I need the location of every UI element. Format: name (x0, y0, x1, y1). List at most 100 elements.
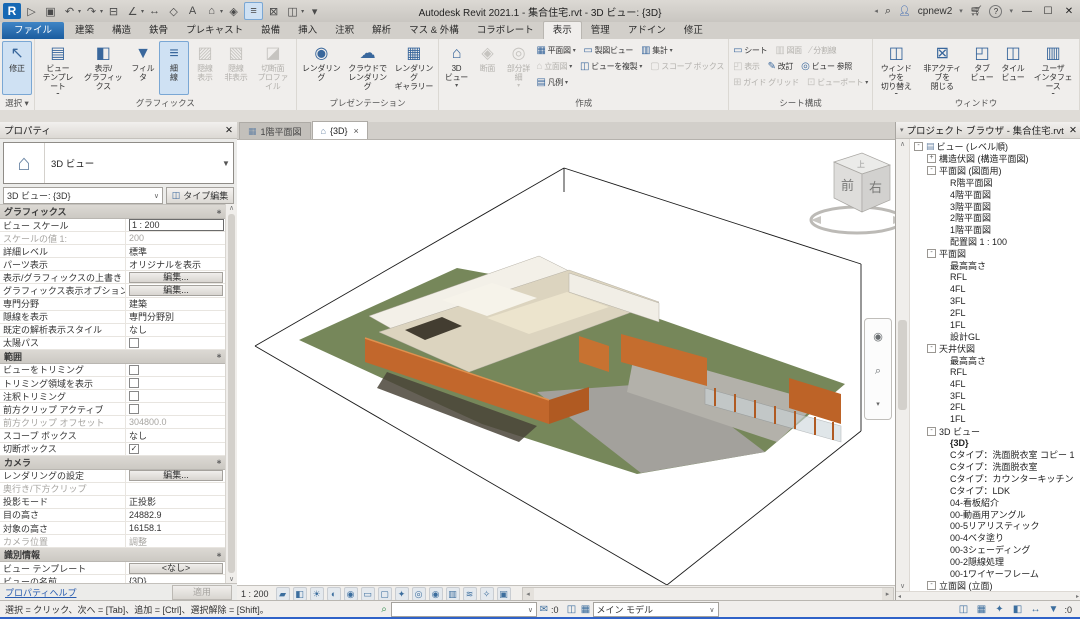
ribbon-button-ウィンドウを切り替え[interactable]: ◫ウィンドウを 切り替え▾ (875, 41, 917, 95)
property-edit-button[interactable]: 編集... (129, 285, 223, 296)
tree-item[interactable]: 3FL (910, 295, 1080, 307)
property-edit-button[interactable]: <なし> (129, 563, 223, 574)
ribbon-tab-10[interactable]: コラボレート (468, 22, 543, 39)
tree-item[interactable]: 3階平面図 (910, 200, 1080, 212)
properties-close-icon[interactable]: ✕ (225, 125, 233, 136)
lock-view-icon[interactable]: ✦ (395, 587, 409, 601)
help-dropdown-icon[interactable]: ▾ (1009, 7, 1013, 15)
print-icon[interactable]: ⊟ (105, 3, 122, 19)
property-section[interactable]: カメラ∗ (0, 456, 226, 470)
ribbon-button-集計[interactable]: ▥集計▾ (639, 43, 674, 58)
project-browser-close-icon[interactable]: ✕ (1069, 125, 1077, 136)
property-value[interactable]: なし (125, 324, 226, 336)
tree-item[interactable]: 00-1ワイヤーフレーム (910, 567, 1080, 579)
collapse-icon[interactable]: - (927, 249, 936, 258)
ribbon-tab-1[interactable]: 建築 (66, 22, 103, 39)
select-underlay-toggle[interactable]: ▦ (974, 603, 988, 616)
property-value[interactable]: 正投影 (125, 496, 226, 508)
view-tab-{3D}[interactable]: ⌂{3D}× (312, 121, 368, 139)
tree-item[interactable]: 配置図 1 : 100 (910, 236, 1080, 248)
show-analytical-model-icon[interactable]: ≋ (463, 587, 477, 601)
collapse-icon[interactable]: - (914, 142, 923, 151)
search-family-icon[interactable]: ⌕ (377, 603, 391, 616)
project-browser-hscrollbar[interactable]: ◂▸ (896, 591, 1080, 600)
switch-windows-icon-dropdown[interactable]: ▾ (301, 8, 304, 15)
scale-button[interactable]: 1 : 200 (241, 589, 269, 599)
tree-item[interactable]: 00-3シェーディング (910, 544, 1080, 556)
filter-icon[interactable]: ▼ (1046, 603, 1060, 616)
palette-menu-icon[interactable]: ▾ (900, 126, 904, 134)
property-input[interactable]: 1 : 200 (129, 219, 224, 231)
default-3d-view-icon-dropdown[interactable]: ▾ (220, 8, 223, 15)
ribbon-button-3Dビュー[interactable]: ⌂3D ビュー▾ (441, 41, 471, 95)
ribbon-button-表示/グラフィックス[interactable]: ◧表示/ グラフィックス (80, 41, 127, 95)
close-hidden-windows-icon[interactable]: ⊠ (265, 3, 282, 19)
property-value[interactable]: オリジナルを表示 (125, 258, 226, 270)
instance-selector-combo[interactable]: 3D ビュー: {3D}∨ (3, 187, 163, 204)
revit-logo[interactable]: R (3, 3, 21, 19)
redo-icon[interactable]: ↷ (83, 3, 100, 19)
tree-item[interactable]: +構造伏図 (構造平面図) (910, 153, 1080, 165)
type-selector[interactable]: ⌂ 3D ビュー ▼ (3, 142, 234, 184)
navigation-bar[interactable]: ◉ ⌕ ▾ (864, 318, 892, 420)
visual-style-icon[interactable]: ◧ (293, 587, 307, 601)
property-edit-button[interactable]: 編集... (129, 470, 223, 481)
save-icon[interactable]: ▣ (42, 3, 59, 19)
tree-item[interactable]: 4FL (910, 283, 1080, 295)
apply-button[interactable]: 適用 (172, 585, 232, 600)
property-value[interactable]: 標準 (125, 245, 226, 257)
property-section[interactable]: 識別情報∗ (0, 548, 226, 562)
property-value[interactable]: なし (125, 429, 226, 441)
drag-on-selection-toggle[interactable]: ↔ (1028, 603, 1042, 616)
editing-requests-icon[interactable]: ✉︎ (537, 603, 551, 616)
tree-item[interactable]: 00-4ベタ塗り (910, 532, 1080, 544)
tree-item[interactable]: Cタイプ：カウンターキッチン (910, 473, 1080, 485)
tree-item[interactable]: Cタイプ：洗面脱衣室 コピー 1 (910, 449, 1080, 461)
ribbon-tab-8[interactable]: 解析 (363, 22, 400, 39)
ribbon-button-ビューテンプレート[interactable]: ▤ビュー テンプレート▾ (37, 41, 79, 95)
maximize-button[interactable]: ☐ (1041, 6, 1055, 17)
ribbon-button-タイルビュー[interactable]: ◫タイル ビュー (998, 41, 1028, 95)
temporary-view-properties-icon[interactable]: ▥ (446, 587, 460, 601)
ribbon-tab-6[interactable]: 挿入 (289, 22, 326, 39)
select-by-face-toggle[interactable]: ◧ (1010, 603, 1024, 616)
close-view-tab-icon[interactable]: × (354, 126, 359, 136)
tree-item[interactable]: 2FL (910, 402, 1080, 414)
close-button[interactable]: ✕ (1062, 6, 1076, 17)
ribbon-button-タブビュー[interactable]: ◰タブ ビュー (967, 41, 997, 95)
ribbon-button-ビュー 参照[interactable]: ◎ビュー 参照 (799, 59, 854, 74)
ribbon-tab-2[interactable]: 構造 (103, 22, 140, 39)
tree-item[interactable]: 4階平面図 (910, 188, 1080, 200)
property-checkbox[interactable] (129, 365, 139, 375)
collapse-icon[interactable]: - (927, 344, 936, 353)
thin-lines-icon[interactable]: ≡ (244, 2, 263, 20)
select-links-toggle[interactable]: ◫ (956, 603, 970, 616)
ribbon-button-非アクティブを閉じる[interactable]: ⊠非アクティブを 閉じる (918, 41, 966, 95)
ribbon-tab-11[interactable]: 表示 (543, 21, 582, 39)
property-value[interactable]: {3D} (125, 575, 226, 583)
tree-item[interactable]: {3D} (910, 437, 1080, 449)
property-value[interactable]: 調整 (125, 535, 226, 547)
help-icon[interactable]: ? (989, 5, 1002, 18)
tree-item[interactable]: 最高高さ (910, 259, 1080, 271)
tree-item[interactable]: RFL (910, 366, 1080, 378)
open-file-icon[interactable]: ▷ (23, 3, 40, 19)
collapse-icon[interactable]: - (927, 166, 936, 175)
ribbon-tab-5[interactable]: 設備 (252, 22, 289, 39)
property-value[interactable]: 建築 (125, 298, 226, 310)
signin-user[interactable]: cpnew2 (918, 6, 952, 17)
ribbon-tab-4[interactable]: プレキャスト (177, 22, 252, 39)
property-value[interactable]: 200 (125, 232, 226, 244)
undo-icon[interactable]: ↶ (61, 3, 78, 19)
switch-windows-icon[interactable]: ◫ (284, 3, 301, 19)
tree-item[interactable]: -▤ビュー (レベル順) (910, 141, 1080, 153)
property-value[interactable]: 専門分野別 (125, 311, 226, 323)
reveal-hidden-elements-icon[interactable]: ◉ (429, 587, 443, 601)
tree-item[interactable]: Cタイプ：洗面脱衣室 (910, 461, 1080, 473)
property-checkbox[interactable] (129, 391, 139, 401)
chevron-down-icon[interactable]: ▼ (219, 159, 233, 168)
tree-item[interactable]: 1階平面図 (910, 224, 1080, 236)
default-3d-view-icon[interactable]: ⌂ (203, 3, 220, 19)
expand-arrow-icon[interactable]: ◂ (874, 7, 878, 15)
property-edit-button[interactable]: 編集... (129, 272, 223, 283)
